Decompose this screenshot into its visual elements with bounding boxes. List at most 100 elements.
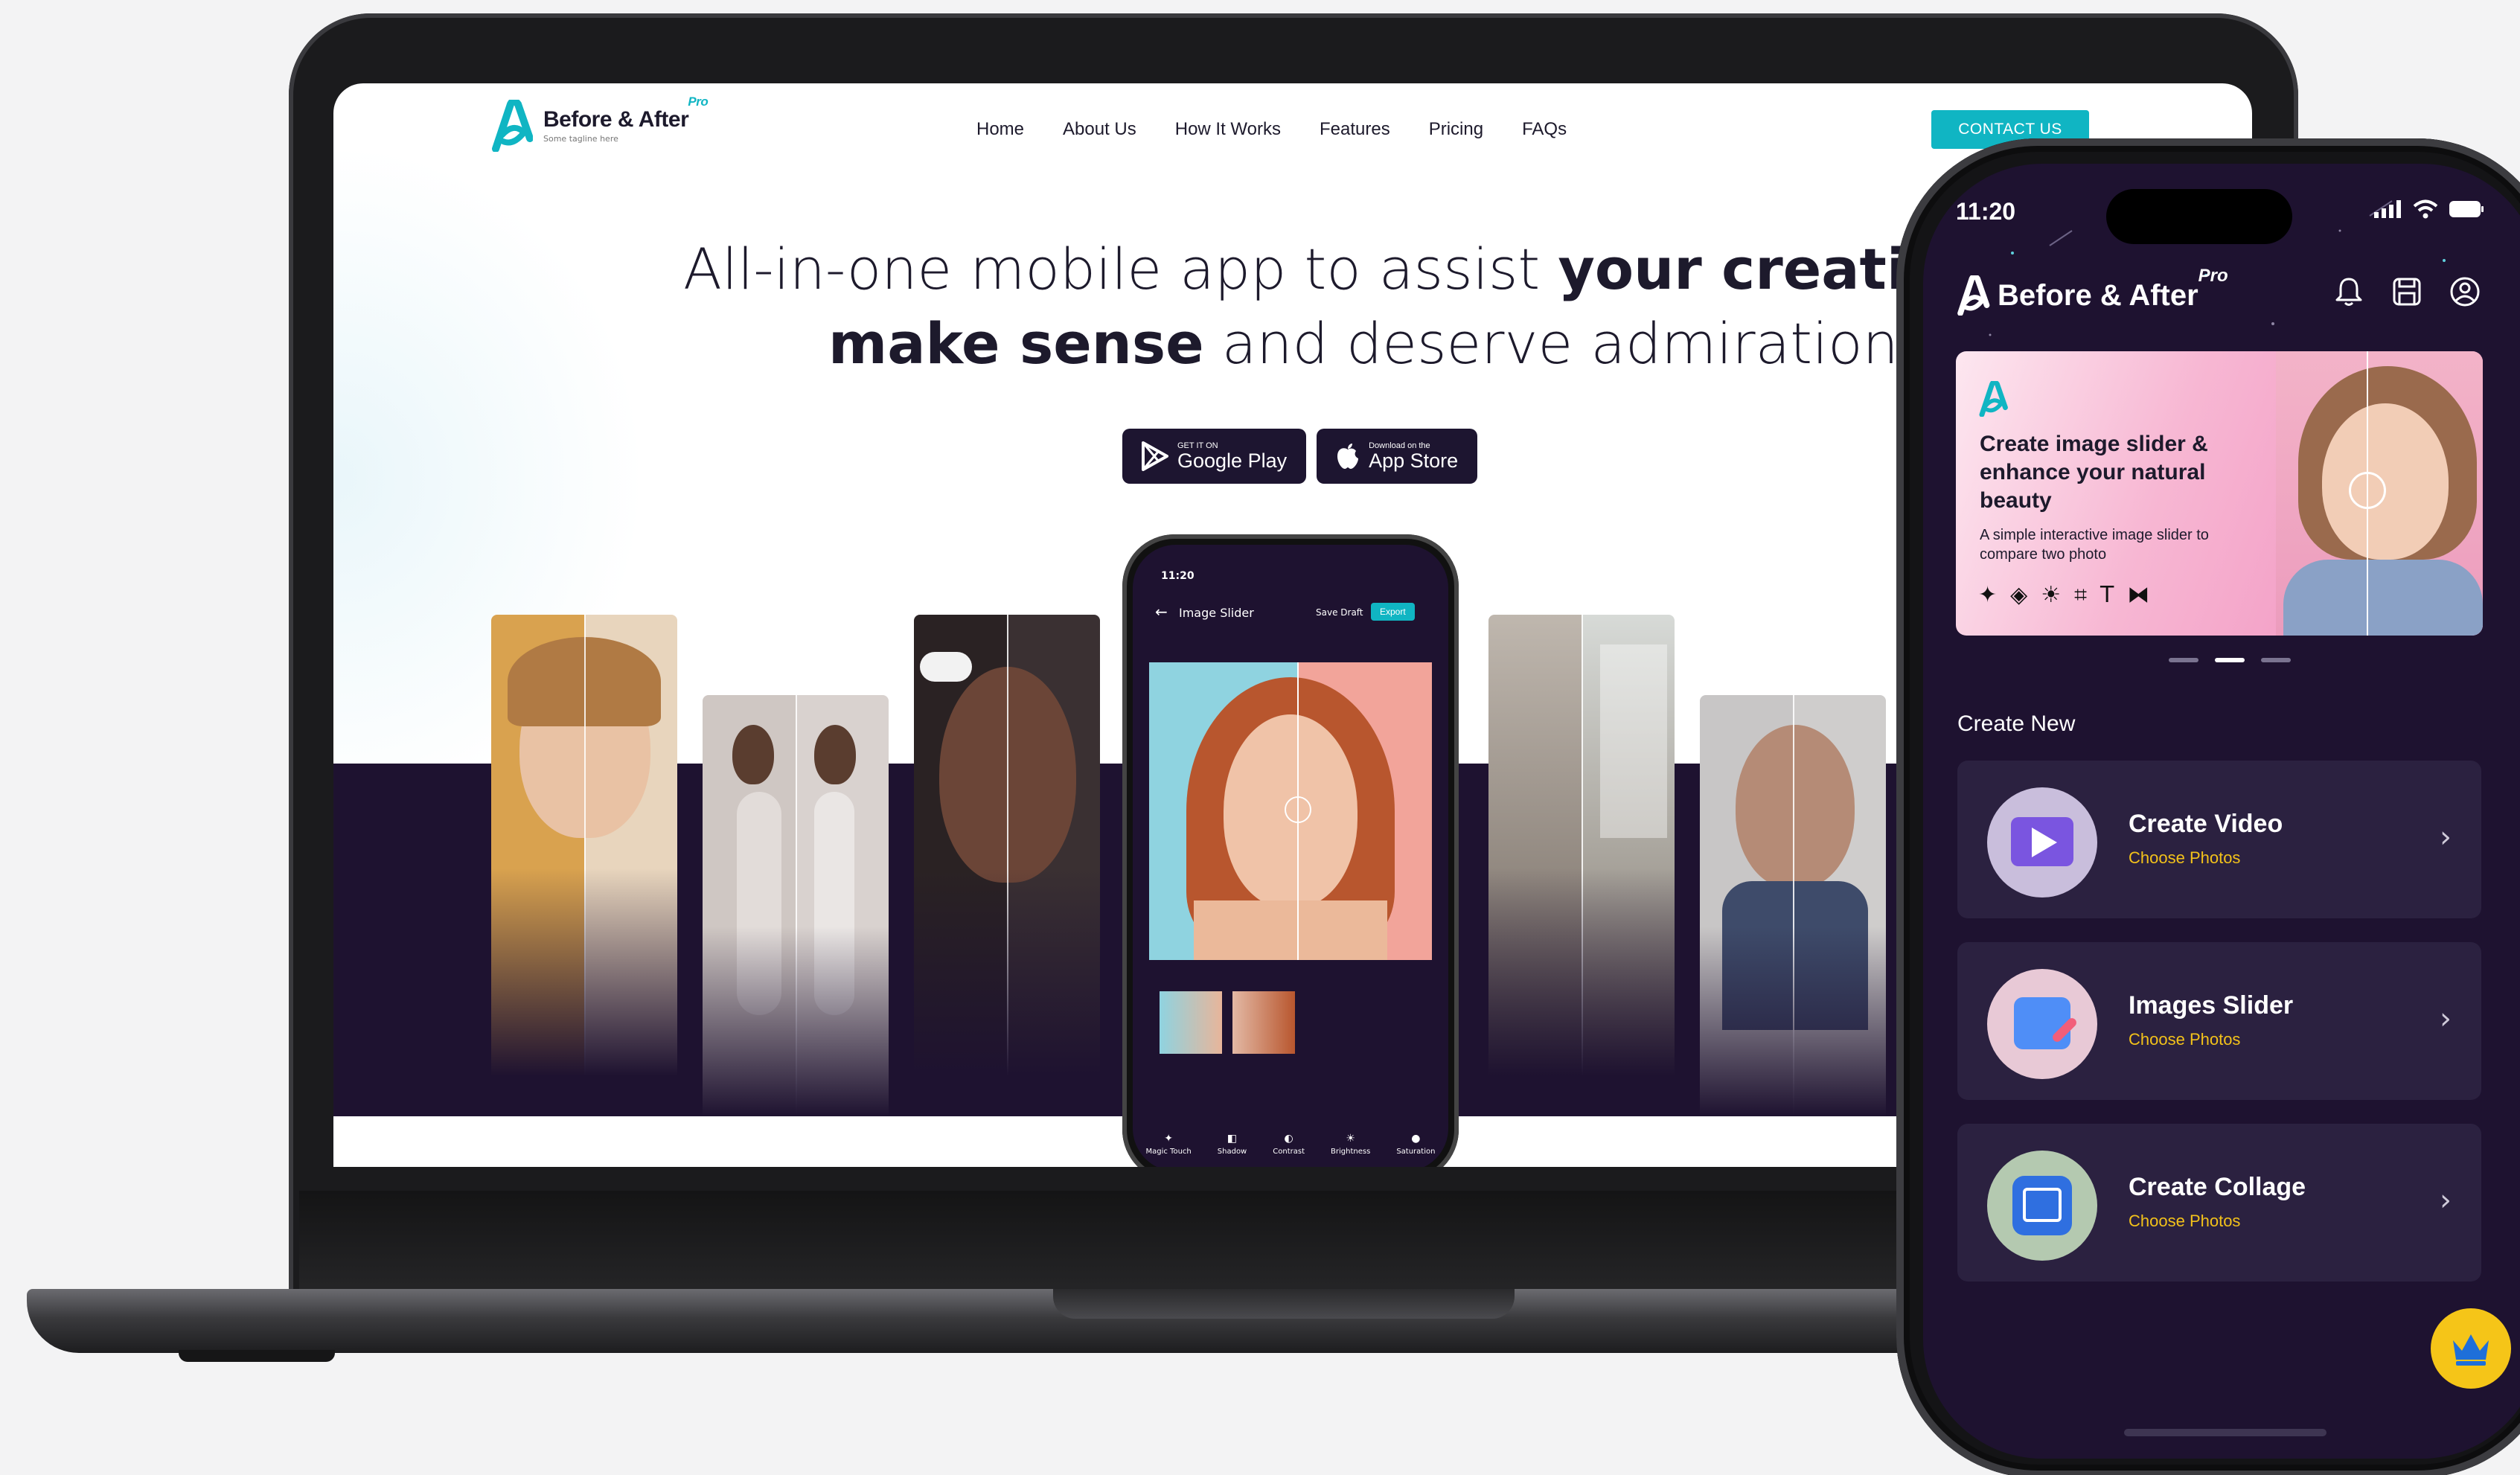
slider-handle-icon[interactable]	[2349, 472, 2386, 509]
app-store-button[interactable]: Download on the App Store	[1317, 429, 1478, 484]
action-title: Create Collage	[2129, 1173, 2306, 1201]
banner-subtitle: A simple interactive image slider to com…	[1980, 527, 2209, 563]
nav-about-us[interactable]: About Us	[1063, 119, 1136, 140]
apple-icon	[1337, 444, 1359, 469]
carousel-dot[interactable]	[2261, 658, 2291, 662]
magic-wand-icon: ✦	[1978, 582, 1998, 608]
before-after-card-body[interactable]	[703, 695, 889, 1116]
status-icons	[2374, 199, 2484, 219]
status-time: 11:20	[1956, 198, 2016, 225]
banner-logo-icon	[1979, 381, 2008, 417]
tool-brightness[interactable]: ☀ Brightness	[1331, 1133, 1370, 1156]
action-subtitle: Choose Photos	[2129, 848, 2241, 867]
nav-pricing[interactable]: Pricing	[1429, 119, 1483, 140]
phone-frame: 11:20 Before & After Pro Create image sl…	[1896, 138, 2520, 1475]
save-draft-button[interactable]: Save Draft	[1316, 607, 1363, 618]
before-after-card-face[interactable]	[491, 615, 677, 1076]
google-play-label: Google Play	[1177, 449, 1288, 472]
logo-text: Before & After Pro	[543, 94, 709, 132]
before-after-card-hair[interactable]	[1700, 695, 1886, 1116]
action-subtitle: Choose Photos	[2129, 1212, 2241, 1230]
action-title: Create Video	[2129, 810, 2283, 838]
brightness-icon: ☀	[1346, 1133, 1355, 1145]
promo-banner[interactable]: Create image slider & enhance your natur…	[1956, 351, 2483, 636]
laptop-notch	[1053, 1289, 1515, 1319]
back-arrow-icon[interactable]: ←	[1155, 603, 1168, 621]
chevron-right-icon: ›	[2440, 820, 2452, 854]
nav-faqs[interactable]: FAQs	[1522, 119, 1567, 140]
carousel-dots	[2169, 658, 2291, 662]
before-after-card-skin[interactable]	[914, 615, 1100, 1076]
app-logo-text: Before & After Pro	[1998, 265, 2228, 312]
signal-icon	[2374, 200, 2401, 218]
comparison-photo[interactable]	[1149, 662, 1432, 960]
export-button[interactable]: Export	[1371, 603, 1415, 621]
save-icon[interactable]	[2391, 275, 2423, 308]
brightness-icon: ☀	[2041, 582, 2062, 608]
hero-heading-line-1: All-in-one mobile app to assist your cre…	[683, 236, 2081, 302]
create-video-card[interactable]: Create Video Choose Photos ›	[1957, 761, 2481, 918]
tool-saturation[interactable]: ● Saturation	[1396, 1133, 1435, 1156]
thumbnail-after[interactable]	[1232, 991, 1295, 1054]
home-indicator	[2124, 1429, 2326, 1436]
shadow-icon: ◧	[1227, 1133, 1238, 1145]
before-after-card-interior[interactable]	[1488, 615, 1675, 1076]
bell-icon[interactable]	[2332, 275, 2365, 308]
banner-tool-icons: ✦ ◈ ☀ ⌗ T ⧓	[1978, 582, 2149, 608]
google-play-button[interactable]: GET IT ON Google Play	[1122, 429, 1307, 484]
banner-title: Create image slider & enhance your natur…	[1980, 432, 2208, 513]
nav-home[interactable]: Home	[976, 119, 1024, 140]
image-edit-icon	[1987, 969, 2097, 1079]
phone-screen: 11:20 Before & After Pro Create image sl…	[1923, 164, 2520, 1459]
site-logo[interactable]: Before & After Pro Some tagline here	[491, 94, 709, 152]
tool-contrast[interactable]: ◐ Contrast	[1273, 1133, 1305, 1156]
main-nav: Home About Us How It Works Features Pric…	[976, 119, 1567, 140]
laptop-foot	[179, 1350, 335, 1362]
chevron-right-icon: ›	[2440, 1002, 2452, 1036]
nav-how-it-works[interactable]: How It Works	[1175, 119, 1281, 140]
saturation-icon: ●	[1411, 1133, 1421, 1145]
dynamic-island	[2106, 189, 2292, 244]
create-collage-card[interactable]: Create Collage Choose Photos ›	[1957, 1124, 2481, 1282]
action-title: Images Slider	[2129, 991, 2294, 1020]
battery-icon	[2449, 201, 2484, 217]
app-preview-screen: 11:20 ← Image Slider Save Draft Export ✦…	[1133, 545, 1448, 1167]
profile-icon[interactable]	[2449, 275, 2481, 308]
edit-toolbar: ✦ Magic Touch ◧ Shadow ◐ Contrast ☀ Brightne…	[1133, 1133, 1448, 1156]
header-actions	[2332, 275, 2481, 308]
nav-features[interactable]: Features	[1320, 119, 1390, 140]
crop-icon: ⌗	[2074, 582, 2088, 608]
images-slider-card[interactable]: Images Slider Choose Photos ›	[1957, 942, 2481, 1100]
cube-icon: ◈	[2010, 582, 2028, 608]
text-icon: T	[2100, 582, 2114, 608]
carousel-dot-active[interactable]	[2215, 658, 2245, 662]
google-play-icon	[1142, 441, 1168, 471]
magic-wand-icon: ✦	[1164, 1133, 1173, 1145]
logo-tagline: Some tagline here	[543, 133, 618, 144]
store-buttons: GET IT ON Google Play Download on the App …	[1122, 429, 1478, 484]
tool-magic-touch[interactable]: ✦ Magic Touch	[1146, 1133, 1192, 1156]
logo-icon	[492, 100, 533, 152]
crown-icon	[2453, 1334, 2489, 1366]
logo-icon	[1957, 275, 1990, 316]
wifi-icon	[2413, 199, 2438, 219]
hero-heading-line-2: make sense and deserve admiration	[828, 310, 1899, 377]
premium-crown-button[interactable]	[2431, 1308, 2511, 1389]
flip-icon: ⧓	[2127, 582, 2150, 608]
thumbnail-strip	[1160, 991, 1295, 1054]
collage-icon	[1987, 1151, 2097, 1261]
tool-shadow[interactable]: ◧ Shadow	[1218, 1133, 1247, 1156]
thumbnail-before[interactable]	[1160, 991, 1222, 1054]
app-preview-phone: 11:20 ← Image Slider Save Draft Export ✦…	[1122, 534, 1459, 1167]
action-subtitle: Choose Photos	[2129, 1030, 2241, 1049]
app-store-label: App Store	[1369, 449, 1459, 472]
slider-handle-icon[interactable]	[1285, 796, 1311, 823]
app-logo: Before & After Pro	[1956, 265, 2228, 316]
video-icon	[1987, 787, 2097, 898]
contrast-icon: ◐	[1284, 1133, 1293, 1145]
mini-status-time: 11:20	[1161, 570, 1195, 582]
section-title: Create New	[1957, 711, 2076, 736]
mini-screen-title: Image Slider	[1179, 606, 1254, 620]
chevron-right-icon: ›	[2440, 1183, 2452, 1218]
carousel-dot[interactable]	[2169, 658, 2198, 662]
